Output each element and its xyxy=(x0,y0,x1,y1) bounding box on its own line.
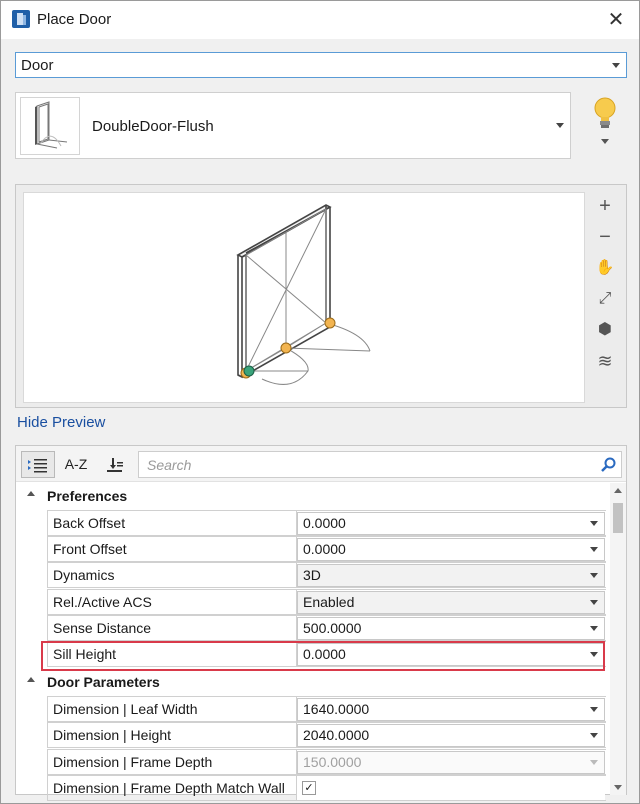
preview-panel: + − ✋ ⤢ ⬢ ≋ xyxy=(15,184,627,408)
property-row: Dimension | Height 2040.0000 xyxy=(47,722,606,748)
property-row: Sense Distance 500.0000 xyxy=(47,615,606,641)
property-value-text: 2040.0000 xyxy=(303,727,370,743)
scroll-down-icon[interactable] xyxy=(614,785,622,790)
pick-attributes-icon xyxy=(107,458,123,472)
collapse-chevron-icon[interactable] xyxy=(27,677,35,682)
property-row: Rel./Active ACS Enabled xyxy=(47,589,606,615)
fit-view-icon[interactable]: ⤢ xyxy=(590,285,620,313)
search-input[interactable] xyxy=(147,456,587,474)
search-box xyxy=(138,451,622,478)
properties-toolbar: A-Z xyxy=(16,446,626,482)
property-value-dropdown: 150.0000 xyxy=(297,751,605,774)
property-name: Back Offset xyxy=(47,511,297,536)
chevron-down-icon xyxy=(590,521,598,526)
property-value: ✓ xyxy=(297,777,605,800)
preview-toolbar: + − ✋ ⤢ ⬢ ≋ xyxy=(590,192,620,372)
property-row: Dimension | Leaf Width 1640.0000 xyxy=(47,696,606,722)
title-bar: Place Door ✕ xyxy=(1,1,639,39)
vertical-scrollbar[interactable] xyxy=(610,483,626,795)
alphabetical-sort-button[interactable]: A-Z xyxy=(59,451,93,478)
chevron-down-icon xyxy=(590,600,598,605)
property-name: Dimension | Leaf Width xyxy=(47,697,297,722)
chevron-down-icon xyxy=(590,626,598,631)
window-title: Place Door xyxy=(37,11,112,28)
hide-preview-link[interactable]: Hide Preview xyxy=(17,414,105,431)
chevron-down-icon xyxy=(590,760,598,765)
close-button[interactable]: ✕ xyxy=(599,5,633,35)
template-picker[interactable]: DoubleDoor-Flush xyxy=(15,92,571,159)
property-row: Dynamics 3D xyxy=(47,562,606,588)
search-icon[interactable] xyxy=(600,457,616,473)
property-name: Dimension | Height xyxy=(47,723,297,748)
property-value-text: 1640.0000 xyxy=(303,701,370,717)
section-header[interactable]: Preferences xyxy=(16,484,608,510)
property-row: Front Offset 0.0000 xyxy=(47,536,606,562)
property-name: Front Offset xyxy=(47,537,297,562)
zoom-out-icon[interactable]: − xyxy=(590,223,620,251)
property-value-dropdown[interactable]: Enabled xyxy=(297,591,605,614)
property-value-dropdown[interactable]: 500.0000 xyxy=(297,617,605,640)
door-preview-canvas[interactable] xyxy=(23,192,585,403)
element-type-dropdown[interactable]: Door xyxy=(15,52,627,78)
view-rotate-icon[interactable]: ⬢ xyxy=(590,316,620,344)
property-value-text: 150.0000 xyxy=(303,754,362,770)
property-name: Dimension | Frame Depth xyxy=(47,750,297,775)
property-value-dropdown[interactable]: 3D xyxy=(297,564,605,587)
collapse-chevron-icon[interactable] xyxy=(27,491,35,496)
scroll-up-icon[interactable] xyxy=(614,488,622,493)
lightbulb-icon xyxy=(594,97,616,144)
chevron-down-icon xyxy=(590,733,598,738)
element-type-value: Door xyxy=(21,57,54,74)
property-name: Rel./Active ACS xyxy=(47,590,297,615)
section-header[interactable]: Door Parameters xyxy=(16,670,608,696)
template-thumbnail xyxy=(20,97,80,155)
sill-height-highlight xyxy=(41,641,605,671)
section-title: Door Parameters xyxy=(47,674,160,690)
properties-panel: A-Z PreferencesBack Offset0.0000Front Of… xyxy=(15,445,627,801)
property-name: Dimension | Frame Depth Match Wall xyxy=(47,776,297,801)
chevron-down-icon xyxy=(556,123,564,128)
property-value-text: 0.0000 xyxy=(303,515,346,531)
property-value-text: 3D xyxy=(303,567,321,583)
chevron-down-icon xyxy=(590,547,598,552)
property-row: Dimension | Frame Depth 150.0000 xyxy=(47,749,606,775)
property-name: Dynamics xyxy=(47,563,297,588)
scrollbar-thumb[interactable] xyxy=(613,503,623,533)
property-row: Back Offset 0.0000 xyxy=(47,510,606,536)
lightbulb-menu-button[interactable] xyxy=(591,95,619,149)
property-row: Dimension | Frame Depth Match Wall ✓ xyxy=(47,775,606,801)
chevron-down-icon xyxy=(590,707,598,712)
pick-attributes-button[interactable] xyxy=(98,451,132,478)
property-value-dropdown[interactable]: 0.0000 xyxy=(297,538,605,561)
display-style-icon[interactable]: ≋ xyxy=(590,347,620,375)
section-title: Preferences xyxy=(47,488,128,504)
property-value-dropdown[interactable]: 1640.0000 xyxy=(297,698,605,721)
categorized-list-icon xyxy=(28,459,47,473)
app-icon xyxy=(12,10,30,28)
categorized-view-button[interactable] xyxy=(21,451,55,478)
place-door-dialog: Place Door ✕ Door DoubleDoor-Flush + − ✋… xyxy=(0,0,640,804)
property-value-text: 500.0000 xyxy=(303,620,362,636)
template-name: DoubleDoor-Flush xyxy=(92,118,214,135)
property-value-dropdown[interactable]: 0.0000 xyxy=(297,512,605,535)
property-value-dropdown[interactable]: 2040.0000 xyxy=(297,724,605,747)
chevron-down-icon xyxy=(590,573,598,578)
chevron-down-icon xyxy=(612,63,620,68)
frame-depth-match-wall-checkbox[interactable]: ✓ xyxy=(302,781,316,795)
property-value-text: Enabled xyxy=(303,594,355,610)
pan-hand-icon[interactable]: ✋ xyxy=(590,254,620,282)
property-name: Sense Distance xyxy=(47,616,297,641)
property-value-text: 0.0000 xyxy=(303,541,346,557)
zoom-in-icon[interactable]: + xyxy=(590,192,620,220)
